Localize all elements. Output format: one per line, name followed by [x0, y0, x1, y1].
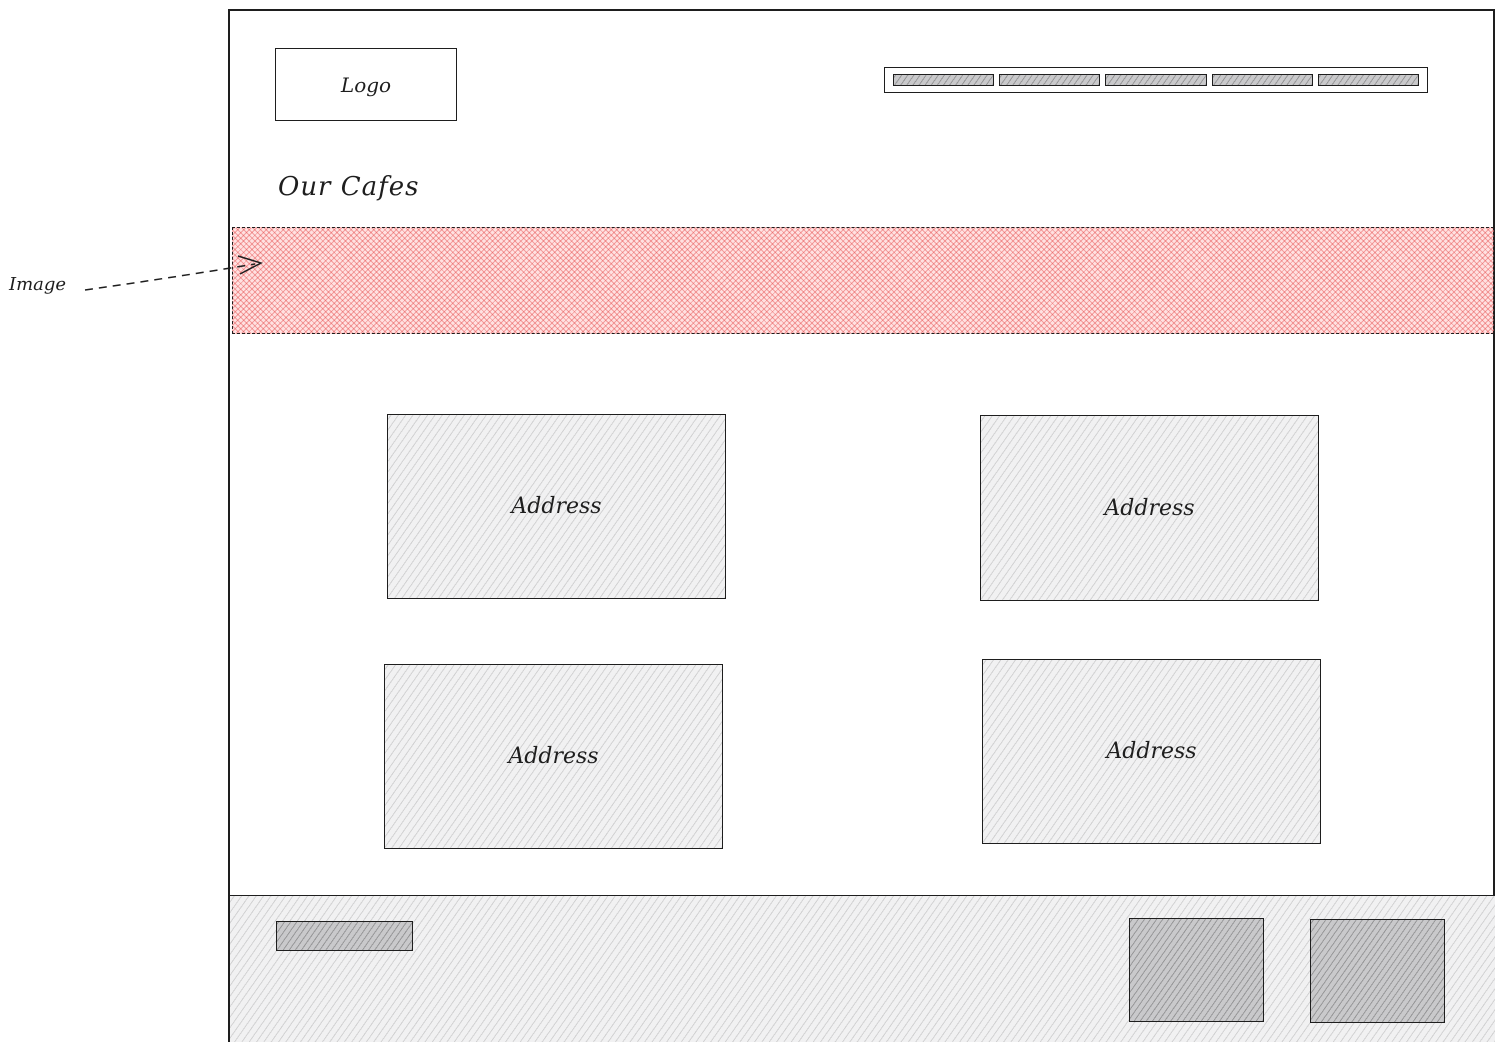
footer-link[interactable] [276, 921, 413, 951]
cafe-card[interactable]: Address [982, 659, 1321, 844]
nav-item-1[interactable] [893, 74, 995, 86]
main-nav [884, 67, 1428, 93]
cafe-card[interactable]: Address [980, 415, 1319, 601]
social-icon[interactable] [1310, 919, 1445, 1023]
logo[interactable]: Logo [275, 48, 457, 121]
cafe-card[interactable]: Address [384, 664, 723, 849]
cafe-card[interactable]: Address [387, 414, 726, 599]
nav-item-5[interactable] [1317, 74, 1420, 86]
cafe-address: Address [508, 744, 599, 769]
nav-item-4[interactable] [1211, 74, 1313, 86]
nav-item-3[interactable] [1105, 74, 1207, 86]
hero-image [232, 227, 1494, 334]
cafe-address: Address [1104, 495, 1195, 521]
footer [230, 895, 1495, 1042]
cafe-address: Address [1106, 739, 1197, 764]
logo-label: Logo [340, 72, 392, 97]
image-annotation-label: Image [9, 274, 67, 295]
page-title: Our Cafes [278, 172, 420, 202]
cafe-address: Address [511, 494, 602, 519]
annotation-arrow-icon [84, 255, 263, 291]
social-icon[interactable] [1129, 918, 1264, 1022]
wireframe-canvas: Logo Our Cafes Image Address Address Add… [0, 0, 1506, 1055]
nav-item-2[interactable] [999, 74, 1101, 86]
